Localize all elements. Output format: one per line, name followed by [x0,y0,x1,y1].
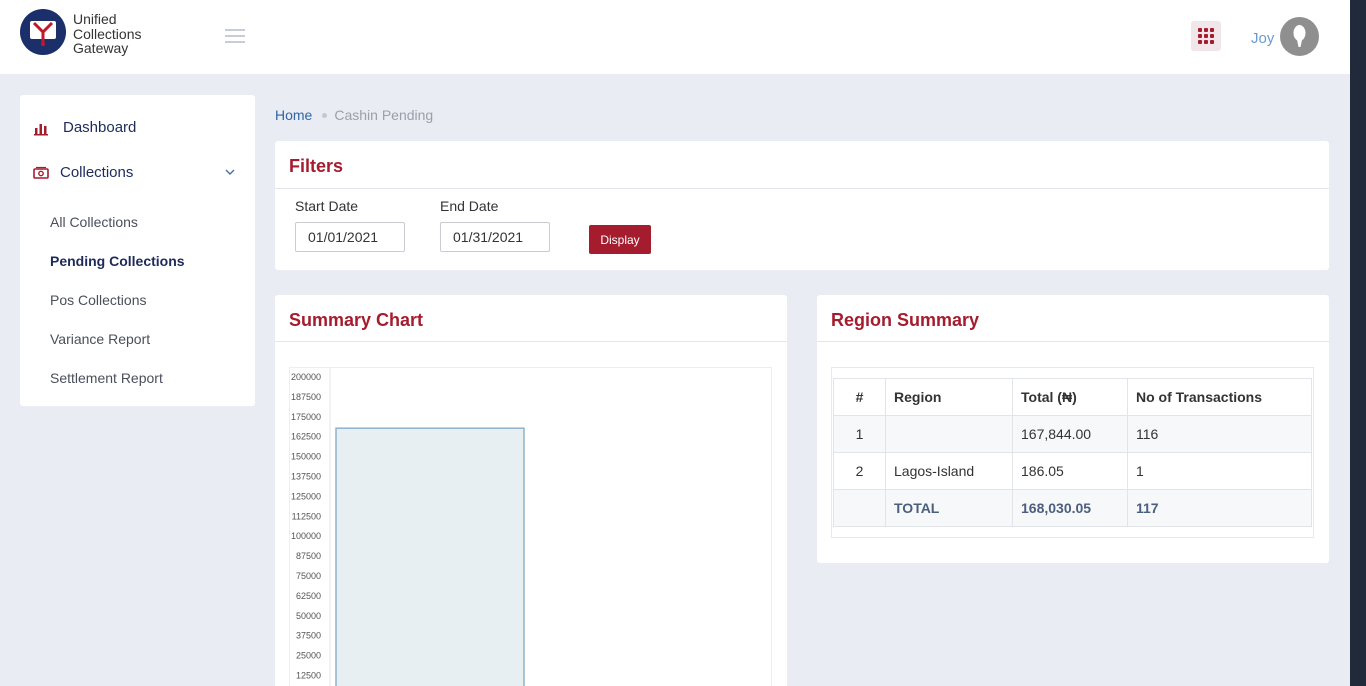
sidebar-item-collections[interactable]: Collections [20,157,255,189]
summary-chart-card: Summary Chart 12500 25000 37500 50000 62500 7… [275,295,787,686]
y-tick-label: 175000 [291,412,321,422]
breadcrumb-current: Cashin Pending [334,107,434,123]
sidebar-subitem-settlement-report[interactable]: Settlement Report [50,370,163,386]
column-header: Total (₦) [1012,378,1128,416]
end-date-label: End Date [440,198,499,214]
table-cell: 2 [833,452,886,490]
breadcrumb-home[interactable]: Home [275,107,312,123]
region-summary-title: Region Summary [831,310,980,330]
breadcrumb: Home Cashin Pending [275,107,433,123]
apps-grid-icon [1198,28,1214,44]
y-tick-label: 137500 [291,472,321,482]
sidebar-subitem-pos-collections[interactable]: Pos Collections [50,292,147,308]
column-header: Region [885,378,1013,416]
logo-text: Unified Collections Gateway [73,12,141,56]
start-date-label: Start Date [295,198,359,214]
page-edge-strip [1350,0,1366,686]
region-summary-card: Region Summary # Region Total (₦) No of … [817,295,1329,563]
y-tick-label: 62500 [296,591,321,601]
table-header-row: # Region Total (₦) No of Transactions [833,378,1312,416]
table-cell: 168,030.05 [1012,489,1128,527]
card-divider [275,188,1329,189]
table-cell: 116 [1127,415,1312,453]
apps-grid-button[interactable] [1191,21,1221,51]
table-cell: 1 [1127,452,1312,490]
table-row: 1 167,844.00 116 [833,415,1312,453]
card-divider [275,341,787,342]
region-summary-table: # Region Total (₦) No of Transactions 1 … [833,378,1312,527]
y-tick-label: 150000 [291,452,321,462]
column-header: No of Transactions [1127,378,1312,416]
user-name[interactable]: Joy [1251,30,1274,47]
table-cell [833,489,886,527]
summary-chart-title: Summary Chart [289,310,424,330]
region-table-container: # Region Total (₦) No of Transactions 1 … [831,367,1314,538]
y-tick-label: 87500 [296,551,321,561]
sidebar-subitem-all-collections[interactable]: All Collections [50,214,138,230]
y-tick-label: 112500 [292,511,321,521]
card-divider [817,341,1329,342]
y-tick-label: 25000 [296,651,321,661]
y-tick-label: 100000 [291,531,321,541]
money-icon [33,165,49,181]
sidebar: Dashboard Collections All Collections Pe… [20,95,255,406]
y-tick-label: 200000 [291,372,321,382]
sidebar-subitem-variance-report[interactable]: Variance Report [50,331,150,347]
chevron-down-icon[interactable] [223,165,237,179]
y-tick-label: 12500 [296,671,321,681]
logo-icon[interactable] [20,9,66,55]
start-date-input[interactable] [295,222,405,252]
table-cell: 186.05 [1012,452,1128,490]
end-date-input[interactable] [440,222,550,252]
y-tick-label: 37500 [296,631,321,641]
filters-card: Filters Start Date End Date Display [275,141,1329,270]
y-tick-label: 162500 [291,432,321,442]
sidebar-item-label: Collections [60,164,134,181]
hamburger-icon[interactable] [225,29,245,45]
top-header: Unified Collections Gateway Joy [0,0,1350,74]
chart-container: 12500 25000 37500 50000 62500 75000 87500 10000… [289,367,772,686]
table-row: 2 Lagos-Island 186.05 1 [833,452,1312,490]
y-tick-label: 187500 [291,392,321,402]
logo-line-3: Gateway [73,40,129,56]
display-button[interactable]: Display [589,225,651,254]
filters-title: Filters [289,156,344,176]
column-header: # [833,378,886,416]
table-cell: 117 [1127,489,1312,527]
sidebar-item-dashboard[interactable]: Dashboard [20,112,255,144]
y-tick-label: 75000 [296,571,321,581]
logo-line-1: Unified [73,11,117,27]
chart-bar [335,427,525,686]
breadcrumb-separator [322,112,328,118]
summary-chart-svg: 12500 25000 37500 50000 62500 75000 87500 10000… [291,368,525,686]
sidebar-item-label: Dashboard [63,119,137,136]
table-cell: Lagos-Island [885,452,1013,490]
y-tick-label: 125000 [291,491,321,501]
bar-chart-icon [33,120,49,136]
y-tick-label: 50000 [296,611,321,621]
table-cell: 167,844.00 [1012,415,1128,453]
table-cell: TOTAL [885,489,1013,527]
user-avatar-icon[interactable] [1280,17,1319,56]
table-cell: 1 [833,415,886,453]
table-cell [885,415,1013,453]
logo-line-2: Collections [73,25,142,42]
sidebar-subitem-pending-collections[interactable]: Pending Collections [50,253,185,269]
table-total-row: TOTAL 168,030.05 117 [833,489,1312,527]
